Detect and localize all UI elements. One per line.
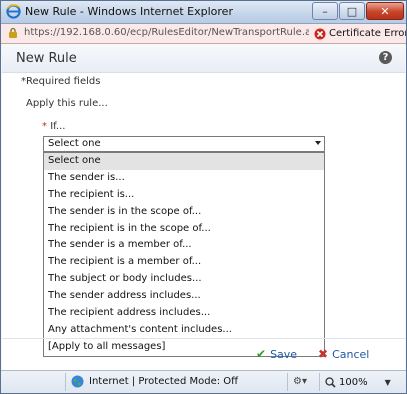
status-bar: Internet | Protected Mode: Off ⚙▾ 100% ▼ xyxy=(1,370,406,393)
dropdown-option[interactable]: The recipient address includes... xyxy=(44,305,324,322)
dropdown-option[interactable]: The recipient is in the scope of... xyxy=(44,221,324,238)
zoom-control[interactable]: 100% ▼ xyxy=(325,375,391,389)
dropdown-option[interactable]: The sender is a member of... xyxy=(44,237,324,254)
globe-icon xyxy=(71,375,84,388)
magnifier-icon xyxy=(325,376,336,388)
window-title: New Rule - Windows Internet Explorer xyxy=(25,5,233,18)
status-divider xyxy=(65,373,66,391)
chevron-down-icon: ▼ xyxy=(384,377,391,387)
url-text[interactable]: https://192.168.0.60/ecp/RulesEditor/New… xyxy=(24,27,309,38)
save-button[interactable]: ✔ Save xyxy=(256,347,297,361)
if-label: * If... xyxy=(42,121,65,132)
if-label-text: If... xyxy=(50,121,66,132)
save-label: Save xyxy=(270,347,298,361)
condition-select-value: Select one xyxy=(48,138,101,149)
maximize-button[interactable]: □ xyxy=(339,2,365,20)
x-icon: ✖ xyxy=(318,347,329,361)
dropdown-option[interactable]: The sender is in the scope of... xyxy=(44,204,324,221)
condition-select[interactable]: Select one xyxy=(43,136,325,152)
ie-logo-icon xyxy=(6,4,21,19)
address-bar[interactable]: https://192.168.0.60/ecp/RulesEditor/New… xyxy=(1,24,406,44)
cert-error-icon xyxy=(314,28,326,39)
help-icon[interactable]: ? xyxy=(379,51,392,64)
page-title: New Rule xyxy=(16,51,77,66)
security-zone-text[interactable]: Internet | Protected Mode: Off xyxy=(89,376,238,387)
footer-divider xyxy=(2,338,405,339)
close-button[interactable]: ✕ xyxy=(366,2,404,20)
lock-icon xyxy=(9,27,17,38)
chevron-down-icon xyxy=(315,141,321,145)
minimize-button[interactable]: – xyxy=(312,2,338,20)
status-divider xyxy=(319,373,320,391)
title-bar[interactable]: New Rule - Windows Internet Explorer – □… xyxy=(1,1,406,24)
dropdown-option[interactable]: The subject or body includes... xyxy=(44,271,324,288)
dropdown-option[interactable]: Any attachment's content includes... xyxy=(44,322,324,339)
page-content: New Rule ? *Required fields Apply this r… xyxy=(2,44,405,370)
cancel-button[interactable]: ✖ Cancel xyxy=(318,347,369,361)
dropdown-option[interactable]: The sender is... xyxy=(44,170,324,187)
certificate-error-label: Certificate Error xyxy=(329,28,407,39)
cancel-label: Cancel xyxy=(332,347,370,361)
protected-mode-tools-icon[interactable]: ⚙▾ xyxy=(293,376,315,388)
dropdown-option[interactable]: Select one xyxy=(44,153,324,170)
dropdown-option[interactable]: The recipient is... xyxy=(44,187,324,204)
page-header: New Rule ? xyxy=(2,44,405,73)
required-fields-note: *Required fields xyxy=(21,76,101,87)
browser-window: New Rule - Windows Internet Explorer – □… xyxy=(0,0,407,394)
certificate-error-button[interactable]: Certificate Error xyxy=(314,26,407,41)
zoom-level: 100% xyxy=(339,376,368,388)
apply-rule-label: Apply this rule... xyxy=(26,98,108,109)
check-icon: ✔ xyxy=(256,347,267,361)
status-divider xyxy=(287,373,288,391)
condition-dropdown-list[interactable]: Select one The sender is... The recipien… xyxy=(43,152,325,357)
required-marker: * xyxy=(42,121,47,132)
dropdown-option[interactable]: The sender address includes... xyxy=(44,288,324,305)
dropdown-option[interactable]: The recipient is a member of... xyxy=(44,254,324,271)
